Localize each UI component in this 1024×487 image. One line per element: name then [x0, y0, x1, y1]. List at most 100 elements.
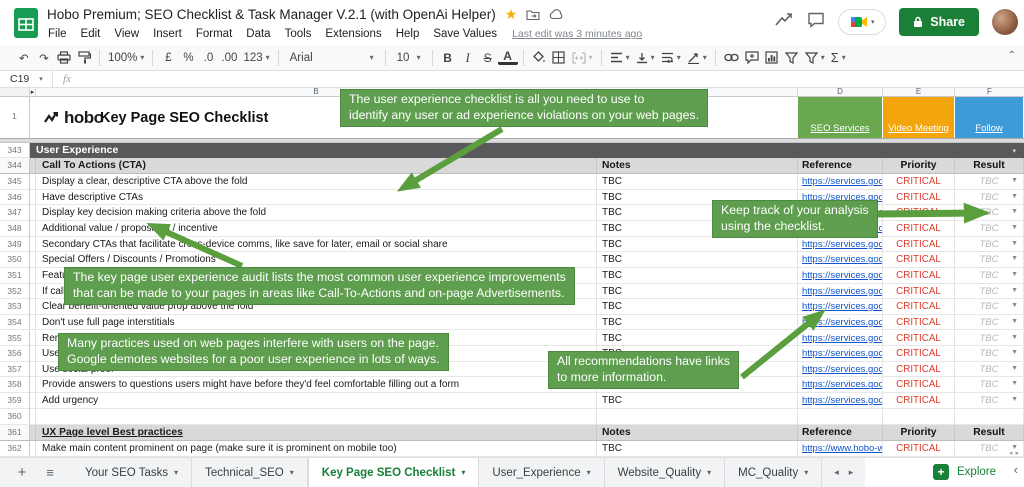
- notes-cell[interactable]: Notes: [597, 425, 798, 441]
- reference-link[interactable]: https://services.goo: [802, 239, 882, 250]
- menu-item-help[interactable]: Help: [389, 28, 427, 40]
- row-number[interactable]: 356: [0, 346, 30, 362]
- dropdown-arrow-icon[interactable]: ▼: [1011, 302, 1018, 309]
- res-cell[interactable]: TBC ▼: [955, 174, 1024, 190]
- empty-cell[interactable]: [36, 409, 597, 425]
- column-header-e[interactable]: E: [883, 88, 955, 96]
- reference-link[interactable]: https://services.goo: [802, 348, 882, 359]
- item-cell[interactable]: Make main content prominent on page (mak…: [36, 441, 597, 457]
- res-cell[interactable]: TBC ▼: [955, 299, 1024, 315]
- row-number[interactable]: 355: [0, 330, 30, 347]
- menu-item-format[interactable]: Format: [189, 28, 239, 40]
- comments-icon[interactable]: [807, 12, 825, 33]
- reference-link[interactable]: https://services.goo: [802, 176, 882, 187]
- res-cell[interactable]: TBC ▼: [955, 252, 1024, 268]
- dropdown-arrow-icon[interactable]: ▼: [1011, 193, 1018, 200]
- empty-cell[interactable]: [883, 409, 955, 425]
- pri-cell[interactable]: CRITICAL: [883, 174, 955, 190]
- reference-link[interactable]: https://www.hobo-w: [802, 443, 882, 454]
- reference-link[interactable]: https://services.goo: [802, 333, 882, 344]
- reference-link[interactable]: https://services.goo: [802, 395, 882, 406]
- star-icon[interactable]: ★: [505, 6, 518, 23]
- res-cell[interactable]: TBC ▼: [955, 361, 1024, 378]
- res-cell[interactable]: TBC ▼: [955, 220, 1024, 237]
- menu-item-file[interactable]: File: [41, 28, 74, 40]
- sheet-tab-mc-quality[interactable]: MC_Quality ▾: [725, 458, 823, 487]
- notes-cell[interactable]: TBC: [597, 330, 798, 347]
- reference-link[interactable]: https://services.goo: [802, 301, 882, 312]
- res-cell[interactable]: TBC ▼: [955, 314, 1024, 331]
- ref-cell[interactable]: https://services.goo: [798, 174, 883, 190]
- merge-cells-button[interactable]: ▾: [569, 48, 596, 68]
- row-number[interactable]: 353: [0, 299, 30, 315]
- banner-link-seo-services[interactable]: SEO Services: [798, 97, 882, 138]
- bold-button[interactable]: B: [438, 48, 458, 68]
- item-cell[interactable]: Secondary CTAs that facilitate cross-dev…: [36, 236, 597, 253]
- notes-cell[interactable]: TBC: [597, 299, 798, 315]
- redo-icon[interactable]: ↷: [34, 48, 54, 68]
- res-cell[interactable]: TBC ▼: [955, 330, 1024, 347]
- pri-cell[interactable]: CRITICAL: [883, 361, 955, 378]
- cloud-status-icon[interactable]: [549, 9, 564, 20]
- row-number[interactable]: 354: [0, 314, 30, 331]
- strikethrough-button[interactable]: S: [478, 48, 498, 68]
- item-cell[interactable]: Provide answers to questions users might…: [36, 377, 597, 394]
- notes-cell[interactable]: TBC: [597, 393, 798, 409]
- ref-cell[interactable]: https://services.goo: [798, 314, 883, 331]
- all-sheets-icon[interactable]: ≡: [38, 465, 62, 480]
- section-header-user-experience[interactable]: User Experience ▾: [30, 143, 1024, 158]
- insert-link-icon[interactable]: [721, 48, 742, 68]
- row-number[interactable]: 358: [0, 377, 30, 394]
- move-folder-icon[interactable]: [526, 9, 540, 21]
- item-cell[interactable]: Have descriptive CTAs: [36, 189, 597, 206]
- item-cell[interactable]: Add urgency: [36, 393, 597, 409]
- res-cell[interactable]: Result: [955, 158, 1024, 174]
- meet-call-button[interactable]: ▾: [838, 9, 887, 35]
- notes-cell[interactable]: TBC: [597, 283, 798, 300]
- tab-scroll-arrows[interactable]: ◂ ▸: [822, 458, 866, 487]
- dropdown-arrow-icon[interactable]: ▼: [1011, 380, 1018, 387]
- menu-item-data[interactable]: Data: [239, 28, 277, 40]
- pri-cell[interactable]: CRITICAL: [883, 220, 955, 237]
- menu-item-edit[interactable]: Edit: [74, 28, 108, 40]
- pri-cell[interactable]: Priority: [883, 158, 955, 174]
- row-number[interactable]: 345: [0, 174, 30, 190]
- filter-icon[interactable]: [782, 48, 802, 68]
- ref-cell[interactable]: Reference: [798, 425, 883, 441]
- empty-cell[interactable]: [597, 409, 798, 425]
- ref-cell[interactable]: https://services.goo: [798, 330, 883, 347]
- column-header-f[interactable]: F: [955, 88, 1024, 96]
- notes-cell[interactable]: TBC: [597, 441, 798, 457]
- empty-cell[interactable]: [798, 409, 883, 425]
- hidden-columns-marker[interactable]: ▸: [31, 89, 35, 96]
- row-number[interactable]: 347: [0, 205, 30, 221]
- currency-format-button[interactable]: £: [158, 48, 178, 68]
- ref-cell[interactable]: https://services.goo: [798, 377, 883, 394]
- res-cell[interactable]: TBC ▼: [955, 346, 1024, 362]
- text-color-button[interactable]: A: [497, 50, 518, 65]
- reference-link[interactable]: https://services.goo: [802, 270, 882, 281]
- pri-cell[interactable]: CRITICAL: [883, 314, 955, 331]
- sheet-tab-user-experience[interactable]: User_Experience ▾: [479, 458, 605, 487]
- res-cell[interactable]: TBC ▼: [955, 393, 1024, 409]
- sheet-tab-website-quality[interactable]: Website_Quality ▾: [605, 458, 726, 487]
- dropdown-arrow-icon[interactable]: ▼: [1011, 318, 1018, 325]
- pri-cell[interactable]: CRITICAL: [883, 283, 955, 300]
- banner-link-follow[interactable]: Follow: [955, 97, 1023, 138]
- menu-item-tools[interactable]: Tools: [278, 28, 319, 40]
- dropdown-arrow-icon[interactable]: ▼: [1011, 208, 1018, 215]
- doc-title[interactable]: Hobo Premium; SEO Checklist & Task Manag…: [47, 7, 496, 22]
- row-number[interactable]: 361: [0, 425, 30, 441]
- pri-cell[interactable]: CRITICAL: [883, 441, 955, 457]
- print-icon[interactable]: [54, 48, 74, 68]
- increase-decimal-button[interactable]: .00: [218, 48, 240, 68]
- font-select[interactable]: Arial ▾: [284, 48, 380, 68]
- pri-cell[interactable]: CRITICAL: [883, 346, 955, 362]
- ref-cell[interactable]: https://services.goo: [798, 393, 883, 409]
- reference-link[interactable]: https://services.goo: [802, 364, 882, 375]
- ref-cell[interactable]: https://services.goo: [798, 361, 883, 378]
- ref-cell[interactable]: Reference: [798, 158, 883, 174]
- row-number[interactable]: 343: [0, 143, 30, 158]
- dropdown-arrow-icon[interactable]: ▼: [1011, 334, 1018, 341]
- italic-button[interactable]: I: [458, 48, 478, 68]
